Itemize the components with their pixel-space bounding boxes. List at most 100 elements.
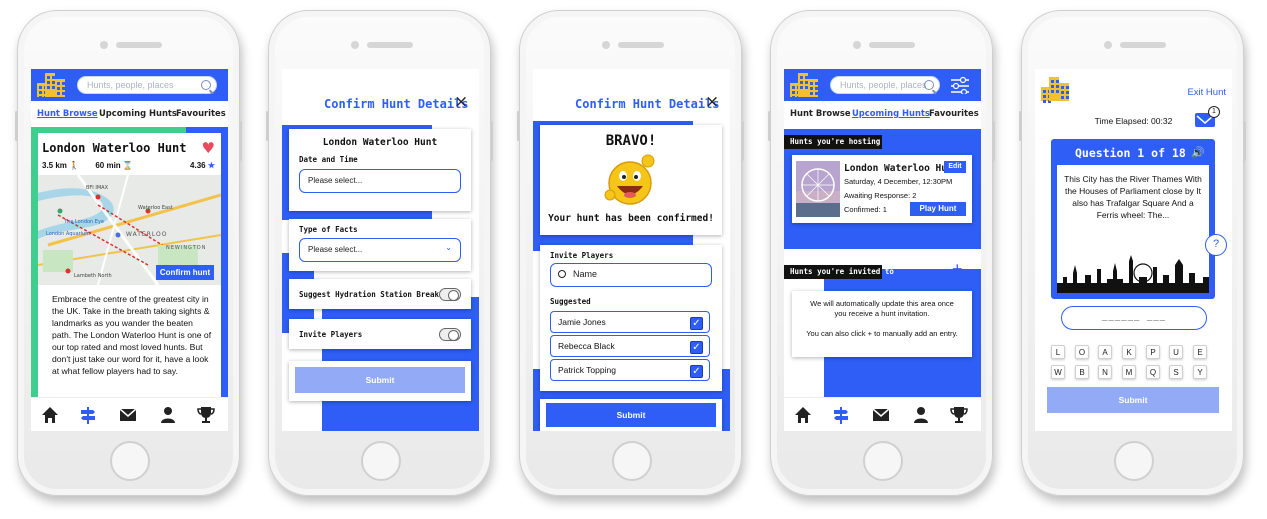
person-icon[interactable]: [159, 406, 177, 424]
camera: [853, 41, 861, 49]
bottom-nav: [31, 397, 228, 431]
letter-key[interactable]: L: [1051, 345, 1065, 359]
letter-key[interactable]: S: [1169, 365, 1183, 379]
tab-bar: Hunt Browse Upcoming Hunts Favourites: [31, 105, 228, 123]
home-button: [110, 441, 150, 481]
date-time-field[interactable]: Please select...: [299, 169, 461, 193]
close-icon[interactable]: ×: [454, 92, 468, 112]
letter-key[interactable]: P: [1146, 345, 1160, 359]
letter-key[interactable]: O: [1075, 345, 1089, 359]
bottom-nav: [784, 397, 981, 431]
screen: Confirm Hunt Details × BRAVO! Your hunt …: [533, 69, 730, 431]
close-icon[interactable]: ×: [705, 92, 719, 112]
player-row[interactable]: Patrick Topping ✓: [550, 359, 710, 381]
phone-hunt-confirmed: Confirm Hunt Details × BRAVO! Your hunt …: [517, 10, 744, 496]
home-icon[interactable]: [41, 406, 59, 424]
search-input[interactable]: Hunts, people, places: [77, 76, 217, 94]
chevron-down-icon: ⌄: [445, 243, 452, 252]
phone-confirm-details: Confirm Hunt Details × London Waterloo H…: [266, 10, 493, 496]
invite-toggle[interactable]: [439, 328, 461, 341]
letter-key[interactable]: N: [1098, 365, 1112, 379]
tab-upcoming-hunts[interactable]: Upcoming Hunts: [852, 108, 930, 118]
trophy-icon[interactable]: [950, 406, 968, 424]
answer-input[interactable]: ______ ___: [1061, 306, 1207, 330]
submit-button[interactable]: Submit: [1047, 387, 1219, 413]
letter-key[interactable]: E: [1193, 345, 1207, 359]
search-icon[interactable]: [201, 80, 211, 90]
letter-key[interactable]: U: [1169, 345, 1183, 359]
letter-key[interactable]: M: [1122, 365, 1136, 379]
submit-button[interactable]: Submit: [295, 367, 465, 393]
player-name: Jamie Jones: [558, 317, 606, 327]
bravo-card: BRAVO! Your hunt has been confirmed!: [540, 125, 722, 235]
checkbox-checked-icon[interactable]: ✓: [690, 317, 703, 330]
checkbox-checked-icon[interactable]: ✓: [690, 341, 703, 354]
letter-key[interactable]: Y: [1193, 365, 1207, 379]
letter-key[interactable]: W: [1051, 365, 1065, 379]
person-icon[interactable]: [912, 406, 930, 424]
confirmed-message: Your hunt has been confirmed!: [548, 213, 714, 224]
exit-hunt-link[interactable]: Exit Hunt: [1187, 87, 1226, 98]
letter-key[interactable]: Q: [1146, 365, 1160, 379]
search-icon[interactable]: [924, 80, 934, 90]
home-icon[interactable]: [794, 406, 812, 424]
camera: [602, 41, 610, 49]
letter-key[interactable]: A: [1098, 345, 1112, 359]
facts-label: Type of Facts: [299, 225, 358, 234]
invite-label: Invite Players: [299, 330, 363, 339]
search-placeholder: Hunts, people, places: [840, 80, 927, 90]
tab-hunt-browse[interactable]: Hunt Browse: [790, 108, 851, 118]
page-title: Confirm Hunt Details: [575, 97, 720, 111]
hunt-card[interactable]: London Waterloo Hunt ♥ 3.5 km 🚶 60 min ⌛…: [38, 133, 221, 397]
play-hunt-button[interactable]: Play Hunt: [910, 202, 966, 216]
city-logo-icon[interactable]: [790, 73, 818, 97]
type-of-facts-select[interactable]: Please select... ⌄: [299, 238, 461, 262]
hosted-hunt-card[interactable]: London Waterloo Hunt Edit Saturday, 4 De…: [792, 155, 972, 223]
tab-hunt-browse[interactable]: Hunt Browse: [37, 108, 98, 118]
letter-key[interactable]: K: [1122, 345, 1136, 359]
home-button: [612, 441, 652, 481]
city-logo-icon[interactable]: [1041, 77, 1069, 101]
invited-heading: Hunts you're invited to: [790, 267, 894, 276]
edit-button[interactable]: Edit: [944, 161, 966, 173]
signpost-icon[interactable]: [832, 406, 850, 424]
map[interactable]: BFI IMAX Waterloo East WATERLOO NEWINGTO…: [38, 175, 221, 285]
bravo-heading: BRAVO!: [605, 133, 657, 149]
side-button: [992, 121, 995, 161]
tab-upcoming-hunts[interactable]: Upcoming Hunts: [99, 108, 177, 118]
tab-favourites[interactable]: Favourites: [929, 108, 979, 118]
speaker: [367, 42, 413, 48]
trophy-icon[interactable]: [197, 406, 215, 424]
speaker-icon[interactable]: 🔊: [1191, 146, 1205, 159]
search-placeholder: Hunts, people, places: [87, 80, 174, 90]
hunt-description: Embrace the centre of the greatest city …: [52, 294, 212, 376]
hydration-card: Suggest Hydration Station Breaks: [289, 279, 471, 309]
submit-button[interactable]: Submit: [546, 403, 716, 427]
search-input[interactable]: Hunts, people, places: [830, 76, 940, 94]
tab-bar: Hunt Browse Upcoming Hunts Favourites: [784, 105, 981, 123]
help-button[interactable]: ?: [1205, 234, 1227, 256]
add-entry-button[interactable]: +: [952, 259, 963, 280]
name-search-input[interactable]: Name: [550, 263, 712, 287]
heart-icon[interactable]: ♥: [202, 141, 215, 156]
side-button: [1019, 111, 1022, 141]
letter-key[interactable]: B: [1075, 365, 1089, 379]
checkbox-checked-icon[interactable]: ✓: [690, 365, 703, 378]
speaker: [869, 42, 915, 48]
map-label: WATERLOO: [126, 231, 168, 238]
city-logo-icon[interactable]: [37, 73, 65, 97]
filter-sliders-icon[interactable]: [950, 76, 970, 94]
confirm-hunt-button[interactable]: Confirm hunt: [156, 265, 214, 280]
tab-favourites[interactable]: Favourites: [176, 108, 226, 118]
hydration-toggle[interactable]: [439, 288, 461, 301]
player-row[interactable]: Jamie Jones ✓: [550, 311, 710, 333]
player-row[interactable]: Rebecca Black ✓: [550, 335, 710, 357]
mail-icon[interactable]: [119, 406, 137, 424]
london-eye-image: [796, 161, 840, 217]
app-header: Hunts, people, places: [31, 69, 228, 101]
mail-icon[interactable]: 1: [1195, 106, 1220, 127]
signpost-icon[interactable]: [79, 406, 97, 424]
mail-icon[interactable]: [872, 406, 890, 424]
camera: [351, 41, 359, 49]
hourglass-icon: ⌛: [122, 161, 133, 170]
